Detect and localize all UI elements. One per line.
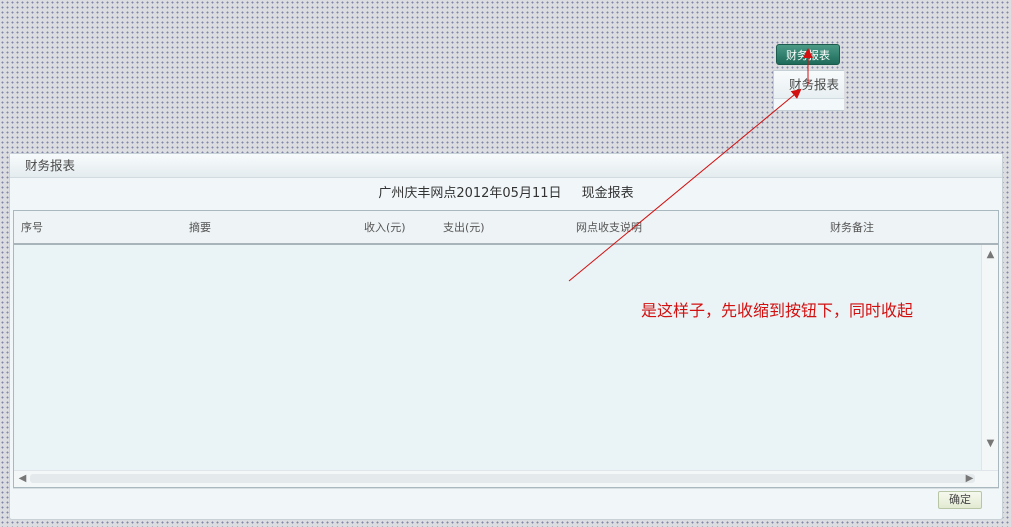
column-header-expense[interactable]: 支出(元) (443, 211, 485, 245)
column-header-index[interactable]: 序号 (21, 211, 43, 245)
collapsed-report-panel: 财务报表 (773, 70, 844, 111)
scroll-down-icon[interactable]: ▼ (985, 438, 996, 449)
panel-footer: 确定 (13, 488, 999, 517)
horizontal-scrollbar[interactable]: ◀ ▶ (14, 470, 998, 487)
annotation-text: 是这样子，先收缩到按钮下，同时收起 (641, 301, 914, 320)
grid-header: 序号 摘要 收入(元) 支出(元) 网点收支说明 财务备注 (14, 211, 998, 245)
report-grid: 序号 摘要 收入(元) 支出(元) 网点收支说明 财务备注 ▲ ▼ ◀ ▶ (13, 210, 999, 488)
report-branch-date: 广州庆丰网点2012年05月11日 (378, 186, 562, 201)
collapsed-panel-title: 财务报表 (774, 71, 844, 99)
column-header-summary[interactable]: 摘要 (189, 211, 211, 245)
grid-body (14, 245, 981, 471)
finance-report-panel: 财务报表 广州庆丰网点2012年05月11日 现金报表 序号 摘要 收入(元) … (9, 153, 1003, 520)
column-header-branch-notes[interactable]: 网点收支说明 (576, 211, 642, 245)
ok-button[interactable]: 确定 (938, 491, 982, 509)
report-type: 现金报表 (581, 186, 634, 201)
column-header-income[interactable]: 收入(元) (364, 211, 406, 245)
scroll-left-icon[interactable]: ◀ (17, 473, 28, 484)
scroll-right-icon[interactable]: ▶ (964, 473, 975, 484)
vertical-scrollbar[interactable]: ▲ ▼ (981, 245, 998, 471)
scroll-up-icon[interactable]: ▲ (985, 249, 996, 260)
finance-report-button[interactable]: 财务报表 (776, 44, 840, 65)
column-header-finance-notes[interactable]: 财务备注 (830, 211, 874, 245)
horizontal-scroll-thumb[interactable] (30, 474, 975, 483)
report-title: 广州庆丰网点2012年05月11日 现金报表 (10, 178, 1002, 210)
panel-title: 财务报表 (10, 154, 1002, 178)
